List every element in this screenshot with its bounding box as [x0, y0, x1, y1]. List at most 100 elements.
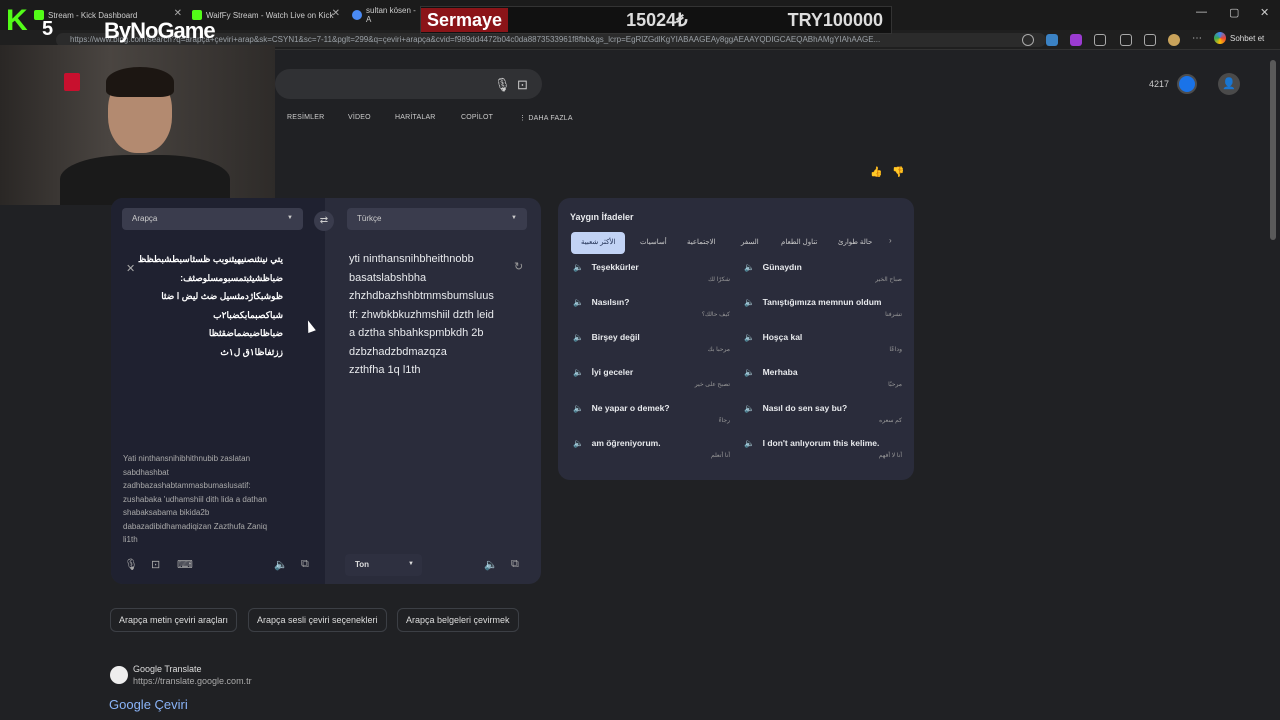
transliteration-text: Yati ninthansnihibhithnubib zaslatan sab… — [123, 454, 268, 544]
chevron-right-icon[interactable]: › — [889, 236, 892, 245]
nav-more[interactable]: ⋮ DAHA FAZLA — [519, 114, 573, 122]
account-avatar[interactable]: 👤 — [1218, 73, 1240, 95]
stream-balance-overlay: Sermaye 15024₺ TRY100000 — [420, 6, 892, 34]
thumbs-down-icon[interactable]: 👎 — [892, 167, 904, 178]
sponsor-logo: ByNoGame — [104, 18, 216, 43]
nav-maps[interactable]: HARİTALAR — [395, 114, 436, 121]
nav-images[interactable]: RESİMLER — [287, 114, 324, 121]
result-site-name: Google Translate — [133, 664, 202, 674]
speaker-icon[interactable]: 🔈 — [744, 297, 755, 307]
turkish-flag — [64, 73, 80, 91]
result-title-link[interactable]: Google Çeviri — [109, 697, 188, 712]
speaker-icon[interactable]: 🔈 — [744, 332, 755, 342]
split-screen-icon[interactable] — [1120, 34, 1132, 46]
source-language-select[interactable]: Arapça ▼ — [122, 208, 303, 230]
phrase-item[interactable]: 🔈 Günaydın — [744, 262, 802, 273]
maximize-icon[interactable]: ▢ — [1229, 6, 1239, 19]
tab-sultan-kosen[interactable]: sultan kösen - A — [348, 4, 418, 26]
nav-copilot[interactable]: COPİLOT — [461, 114, 493, 121]
extension-icon[interactable] — [1046, 34, 1058, 46]
favorites-icon[interactable] — [1144, 34, 1156, 46]
phrase-item[interactable]: 🔈 I don't anlıyorum this kelime. — [744, 438, 879, 449]
speaker-icon[interactable]: 🔈 — [744, 262, 755, 272]
tab-dining[interactable]: تناول الطعام — [771, 232, 827, 254]
speaker-icon[interactable]: 🔈 — [573, 367, 584, 377]
chevron-down-icon: ▼ — [287, 215, 293, 221]
phrase-item[interactable]: 🔈 Nasıl do sen say bu? — [744, 403, 847, 414]
speaker-icon[interactable]: 🔈 — [573, 262, 584, 272]
tab-social[interactable]: الاجتماعية — [677, 232, 726, 254]
refresh-icon[interactable]: ↻ — [514, 260, 523, 273]
more-menu-icon[interactable]: ⋯ — [1192, 34, 1204, 46]
result-url[interactable]: https://translate.google.com.tr — [133, 676, 252, 686]
webcam-feed — [0, 45, 275, 205]
more-icon: ⋮ — [519, 115, 529, 122]
chevron-down-icon: ▼ — [408, 561, 414, 567]
search-box[interactable]: 🎙 ⊡ — [275, 69, 542, 99]
minimize-icon[interactable]: — — [1196, 6, 1207, 18]
close-window-icon[interactable]: ✕ — [1260, 6, 1269, 19]
speaker-icon[interactable]: 🔈 — [744, 367, 755, 377]
copy-icon[interactable]: ⧉ — [301, 558, 309, 571]
copilot-chat-button[interactable]: Sohbet et — [1214, 32, 1264, 44]
phrase-item[interactable]: 🔈 Teşekkürler — [573, 262, 639, 273]
tab-basics[interactable]: أساسيات — [630, 232, 677, 254]
camera-translate-icon[interactable]: ⊡ — [151, 558, 160, 571]
tab-title: WaifFy Stream - Watch Live on Kick — [206, 10, 334, 20]
phrase-item[interactable]: 🔈 Nasılsın? — [573, 297, 629, 308]
speaker-icon[interactable]: 🔈 — [274, 558, 288, 571]
tab-emergency[interactable]: حالة طوارئ — [828, 232, 882, 254]
extensions-puzzle-icon[interactable] — [1094, 34, 1106, 46]
tab-popular[interactable]: الأكثر شعبية — [571, 232, 626, 254]
microphone-icon[interactable]: 🎙 — [124, 558, 138, 571]
copilot-icon — [1214, 32, 1226, 44]
tone-select[interactable]: Ton ▼ — [345, 554, 422, 576]
speaker-icon[interactable]: 🔈 — [573, 332, 584, 342]
search-favicon-icon — [352, 10, 362, 20]
tab-title: sultan kösen - A — [366, 6, 416, 24]
visual-search-icon[interactable]: ⊡ — [517, 77, 528, 93]
speaker-icon[interactable]: 🔈 — [484, 558, 498, 571]
profile-icon[interactable] — [1168, 34, 1180, 46]
phrases-title: Yaygın İfadeler — [570, 212, 634, 222]
google-translate-icon — [110, 666, 128, 684]
related-search-button[interactable]: Arapça belgeleri çevirmek — [397, 608, 519, 632]
balance-value: 15024₺ — [626, 9, 688, 30]
balance-target: TRY100000 — [787, 9, 883, 30]
thumbs-up-icon[interactable]: 👍 — [870, 167, 882, 178]
star-icon[interactable] — [1022, 34, 1034, 46]
close-icon[interactable]: ✕ — [332, 8, 340, 19]
phrase-item[interactable]: 🔈 İyi geceler — [573, 367, 633, 378]
phrase-item[interactable]: 🔈 Merhaba — [744, 367, 798, 378]
rewards-points: 4217 — [1149, 79, 1170, 89]
copy-icon[interactable]: ⧉ — [511, 558, 519, 571]
phrase-item[interactable]: 🔈 Ne yapar o demek? — [573, 403, 670, 414]
speaker-icon[interactable]: 🔈 — [573, 403, 584, 413]
speaker-icon[interactable]: 🔈 — [573, 438, 584, 448]
swap-languages-button[interactable]: ⇄ — [314, 211, 334, 231]
nav-video[interactable]: VİDEO — [348, 114, 371, 121]
speaker-icon[interactable]: 🔈 — [744, 403, 755, 413]
translated-text: yti ninthansnihbheithnobb basatslabshbha… — [349, 253, 494, 376]
microphone-icon[interactable]: 🎙 — [494, 77, 511, 93]
phrase-item[interactable]: 🔈 am öğreniyorum. — [573, 438, 661, 449]
related-search-button[interactable]: Arapça sesli çeviri seçenekleri — [248, 608, 387, 632]
rewards-badge-icon[interactable] — [1177, 74, 1197, 94]
speaker-icon[interactable]: 🔈 — [573, 297, 584, 307]
kick-logo: K — [6, 4, 28, 37]
page-scrollbar[interactable] — [1270, 60, 1276, 240]
speaker-icon[interactable]: 🔈 — [744, 438, 755, 448]
stream-number: 5 — [42, 18, 54, 40]
target-language-select[interactable]: Türkçe ▼ — [347, 208, 527, 230]
keyboard-icon[interactable]: ⌨ — [177, 558, 193, 571]
sohbet-label: Sohbet et — [1230, 33, 1265, 43]
clear-text-icon[interactable]: ✕ — [126, 262, 135, 275]
related-search-button[interactable]: Arapça metin çeviri araçları — [110, 608, 238, 632]
tab-travel[interactable]: السفر — [731, 232, 769, 254]
extension-icon[interactable] — [1070, 34, 1082, 46]
chevron-down-icon: ▼ — [511, 215, 517, 221]
phrase-item[interactable]: 🔈 Birşey değil — [573, 332, 640, 343]
source-text-input[interactable]: يتي نينثنصنيهيثنوبب ظسثاسبطشبطظظ ضباظشيث… — [121, 250, 283, 361]
phrase-item[interactable]: 🔈 Tanıştığımıza memnun oldum — [744, 297, 881, 308]
phrase-item[interactable]: 🔈 Hoşça kal — [744, 332, 802, 343]
